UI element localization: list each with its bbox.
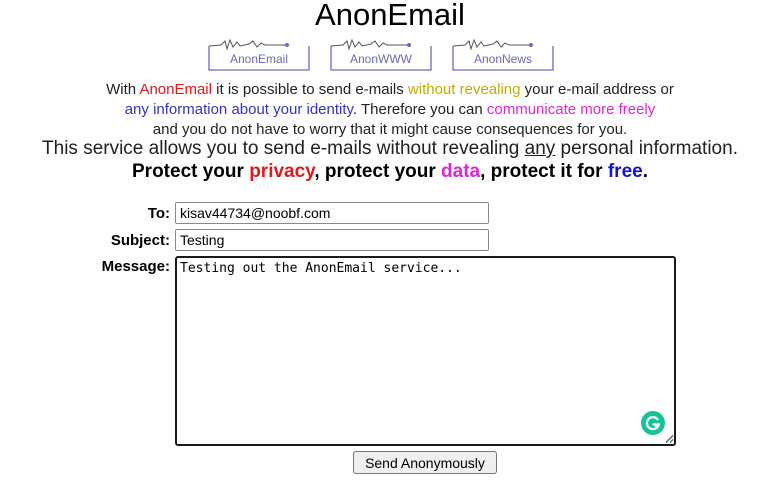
nav-label: AnonEmail bbox=[229, 52, 289, 66]
nav-anonemail-button[interactable]: AnonEmail bbox=[207, 38, 311, 72]
intro-line-1: With AnonEmail it is possible to send e-… bbox=[0, 80, 780, 100]
grammarly-g-icon[interactable] bbox=[641, 411, 665, 435]
subject-label: Subject: bbox=[110, 232, 170, 249]
slogan-text-span: . bbox=[642, 161, 648, 182]
slogan-highlight-free: free bbox=[607, 161, 643, 182]
service-text-span: This service allows you to send e-mails … bbox=[42, 138, 525, 159]
service-statement: This service allows you to send e-mails … bbox=[0, 138, 780, 160]
intro-text-span: it is possible to send e-mails bbox=[211, 81, 408, 98]
intro-line-2: any information about your identity. The… bbox=[0, 100, 780, 120]
grammarly-glyph-icon bbox=[645, 416, 661, 431]
slogan-highlight-privacy: privacy bbox=[249, 161, 315, 182]
send-anonymously-button[interactable]: Send Anonymously bbox=[353, 451, 497, 474]
intro-text-span: your e-mail address or bbox=[520, 81, 674, 98]
slogan-text-span: , protect your bbox=[314, 161, 442, 182]
intro-highlight-anonemail: AnonEmail bbox=[139, 81, 212, 98]
slogan-text-span: , protect it for bbox=[480, 161, 608, 182]
nav-bar: AnonEmail AnonWWW AnonNews bbox=[207, 38, 567, 74]
message-label: Message: bbox=[101, 258, 170, 275]
message-textarea[interactable]: Testing out the AnonEmail service... bbox=[175, 256, 676, 446]
intro-text-span: . Therefore you can bbox=[352, 101, 487, 118]
to-label: To: bbox=[147, 205, 170, 222]
intro-highlight-without-revealing: without revealing bbox=[407, 81, 521, 98]
service-text-span: personal information. bbox=[555, 138, 738, 159]
intro-line-3: and you do not have to worry that it mig… bbox=[152, 121, 628, 138]
nav-anonnews-button[interactable]: AnonNews bbox=[451, 38, 555, 72]
slogan-text-span: Protect your bbox=[132, 161, 250, 182]
nav-anonwww-button[interactable]: AnonWWW bbox=[329, 38, 433, 72]
intro-highlight-identity: any information about your identity bbox=[124, 101, 353, 118]
intro-text-span: With bbox=[106, 81, 140, 98]
intro-text: With AnonEmail it is possible to send e-… bbox=[0, 80, 780, 140]
nav-label: AnonWWW bbox=[349, 52, 412, 66]
intro-highlight-communicate: communicate more freely bbox=[486, 101, 656, 118]
nav-label: AnonNews bbox=[473, 52, 533, 66]
slogan-highlight-data: data bbox=[441, 161, 481, 182]
protect-slogan: Protect your privacy, protect your data,… bbox=[0, 160, 780, 184]
service-emphasis-any: any bbox=[524, 138, 556, 159]
to-input[interactable] bbox=[175, 202, 489, 224]
resize-grip-icon[interactable] bbox=[664, 433, 674, 443]
subject-input[interactable] bbox=[175, 229, 489, 251]
page-title: AnonEmail bbox=[315, 0, 465, 32]
